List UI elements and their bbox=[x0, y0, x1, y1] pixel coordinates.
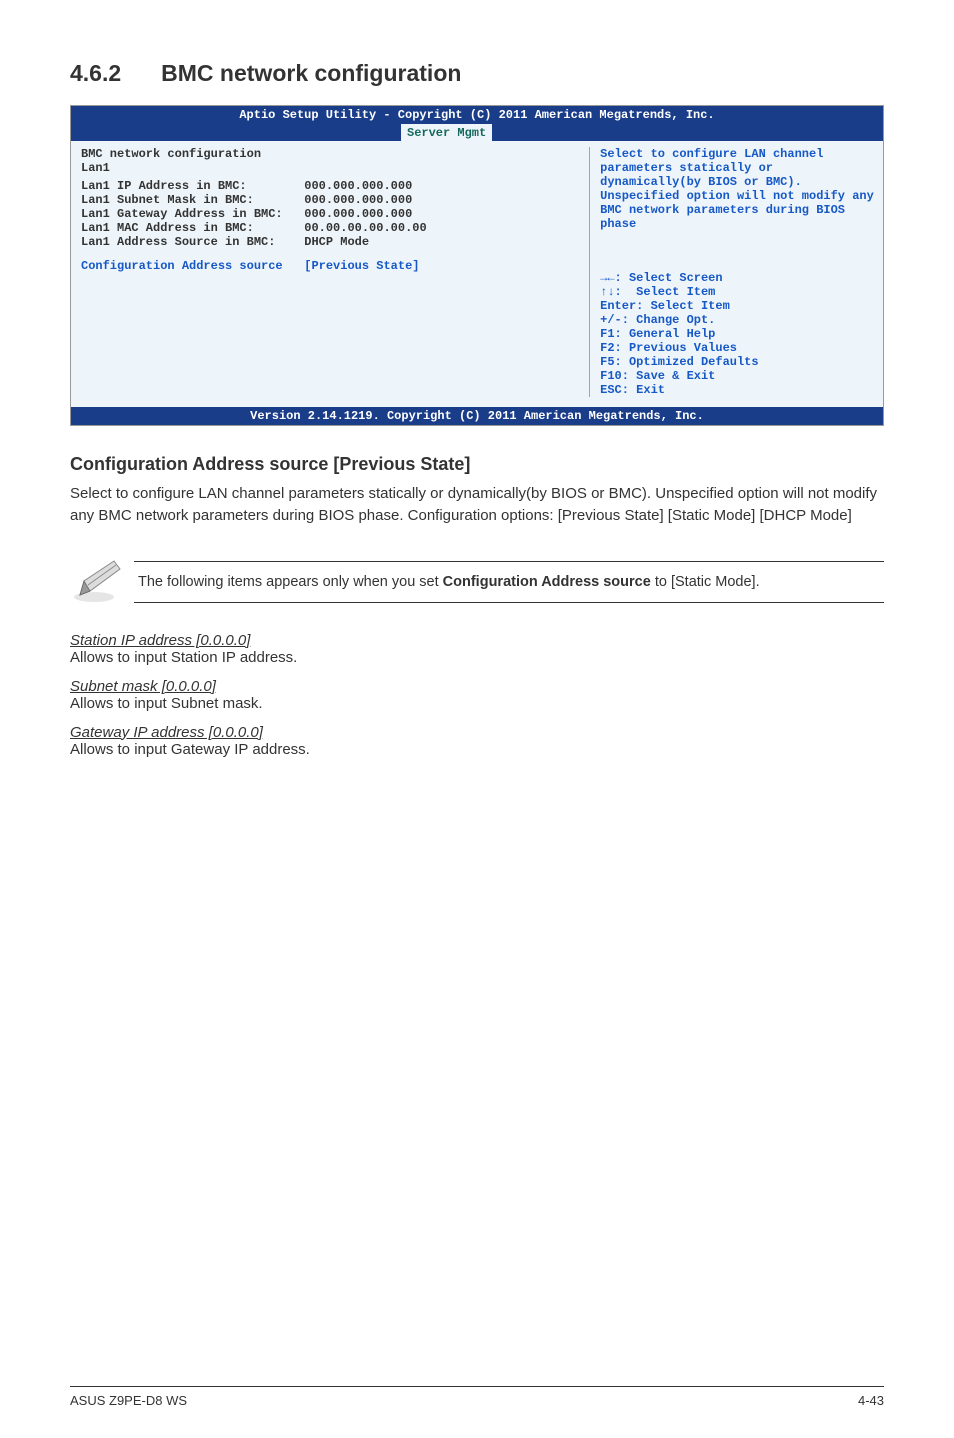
item-body: Allows to input Subnet mask. bbox=[70, 695, 884, 712]
config-subheading: Configuration Address source [Previous S… bbox=[70, 454, 884, 475]
bios-field-label: Lan1 Address Source in BMC: bbox=[81, 235, 275, 249]
bios-help-text: Select to configure LAN channel paramete… bbox=[600, 147, 875, 231]
bios-field-row: Lan1 Address Source in BMC: DHCP Mode bbox=[81, 235, 581, 249]
bios-field-row: Lan1 MAC Address in BMC: 00.00.00.00.00.… bbox=[81, 221, 581, 235]
bios-field-row: Lan1 Subnet Mask in BMC: 000.000.000.000 bbox=[81, 193, 581, 207]
section-heading: 4.6.2 BMC network configuration bbox=[70, 60, 884, 87]
bios-field-label: Lan1 Subnet Mask in BMC: bbox=[81, 193, 254, 207]
section-title-text: BMC network configuration bbox=[161, 60, 461, 86]
bios-footer: Version 2.14.1219. Copyright (C) 2011 Am… bbox=[71, 407, 883, 425]
bios-header: Aptio Setup Utility - Copyright (C) 2011… bbox=[71, 106, 883, 124]
bios-left-pane: BMC network configuration Lan1 Lan1 IP A… bbox=[81, 147, 589, 397]
setting-item: Subnet mask [0.0.0.0] Allows to input Su… bbox=[70, 678, 884, 712]
setting-item: Gateway IP address [0.0.0.0] Allows to i… bbox=[70, 724, 884, 758]
bios-tab-row: Server Mgmt bbox=[71, 124, 883, 141]
bios-field-label: Lan1 IP Address in BMC: bbox=[81, 179, 247, 193]
bios-panel: Aptio Setup Utility - Copyright (C) 2011… bbox=[70, 105, 884, 426]
bios-key-row: ↑↓: Select Item bbox=[600, 285, 875, 299]
bios-key-row: F1: General Help bbox=[600, 327, 875, 341]
bios-lan-label: Lan1 bbox=[81, 161, 581, 175]
page-footer: ASUS Z9PE-D8 WS 4-43 bbox=[70, 1386, 884, 1408]
bios-body: BMC network configuration Lan1 Lan1 IP A… bbox=[71, 141, 883, 407]
note-suffix: to [Static Mode]. bbox=[651, 574, 760, 590]
item-body: Allows to input Gateway IP address. bbox=[70, 741, 884, 758]
bios-field-label: Lan1 MAC Address in BMC: bbox=[81, 221, 254, 235]
bios-tab-server-mgmt[interactable]: Server Mgmt bbox=[401, 124, 492, 141]
bios-key-row: Enter: Select Item bbox=[600, 299, 875, 313]
bios-key-hints: →←: Select Screen ↑↓: Select Item Enter:… bbox=[600, 271, 875, 397]
bios-field-row: Lan1 Gateway Address in BMC: 000.000.000… bbox=[81, 207, 581, 221]
bios-key-row: F5: Optimized Defaults bbox=[600, 355, 875, 369]
section-number: 4.6.2 bbox=[70, 60, 121, 87]
bios-config-row[interactable]: Configuration Address source [Previous S… bbox=[81, 259, 581, 273]
pencil-icon bbox=[70, 555, 134, 610]
bios-field-value: 00.00.00.00.00.00 bbox=[304, 221, 426, 235]
bios-field-row: Lan1 IP Address in BMC: 000.000.000.000 bbox=[81, 179, 581, 193]
bios-key-row: F2: Previous Values bbox=[600, 341, 875, 355]
bios-field-label: Lan1 Gateway Address in BMC: bbox=[81, 207, 283, 221]
bios-field-value: DHCP Mode bbox=[304, 235, 369, 249]
item-title: Gateway IP address [0.0.0.0] bbox=[70, 724, 884, 741]
bios-field-value: 000.000.000.000 bbox=[304, 193, 412, 207]
item-title: Station IP address [0.0.0.0] bbox=[70, 632, 884, 649]
bios-key-row: +/-: Change Opt. bbox=[600, 313, 875, 327]
bios-config-value: [Previous State] bbox=[304, 259, 419, 273]
note-bold: Configuration Address source bbox=[443, 574, 651, 590]
bios-left-title: BMC network configuration bbox=[81, 147, 581, 161]
config-body: Select to configure LAN channel paramete… bbox=[70, 483, 884, 527]
footer-left: ASUS Z9PE-D8 WS bbox=[70, 1393, 187, 1408]
bios-field-value: 000.000.000.000 bbox=[304, 179, 412, 193]
bios-key-row: →←: Select Screen bbox=[600, 271, 875, 285]
item-title: Subnet mask [0.0.0.0] bbox=[70, 678, 884, 695]
bios-key-row: ESC: Exit bbox=[600, 383, 875, 397]
item-body: Allows to input Station IP address. bbox=[70, 649, 884, 666]
bios-config-label: Configuration Address source bbox=[81, 259, 283, 273]
bios-key-row: F10: Save & Exit bbox=[600, 369, 875, 383]
setting-item: Station IP address [0.0.0.0] Allows to i… bbox=[70, 632, 884, 666]
bios-field-value: 000.000.000.000 bbox=[304, 207, 412, 221]
note-block: The following items appears only when yo… bbox=[70, 555, 884, 610]
spacer bbox=[81, 249, 581, 259]
bios-right-pane: Select to configure LAN channel paramete… bbox=[589, 147, 875, 397]
footer-right: 4-43 bbox=[858, 1393, 884, 1408]
note-content: The following items appears only when yo… bbox=[134, 561, 884, 603]
note-prefix: The following items appears only when yo… bbox=[138, 574, 443, 590]
